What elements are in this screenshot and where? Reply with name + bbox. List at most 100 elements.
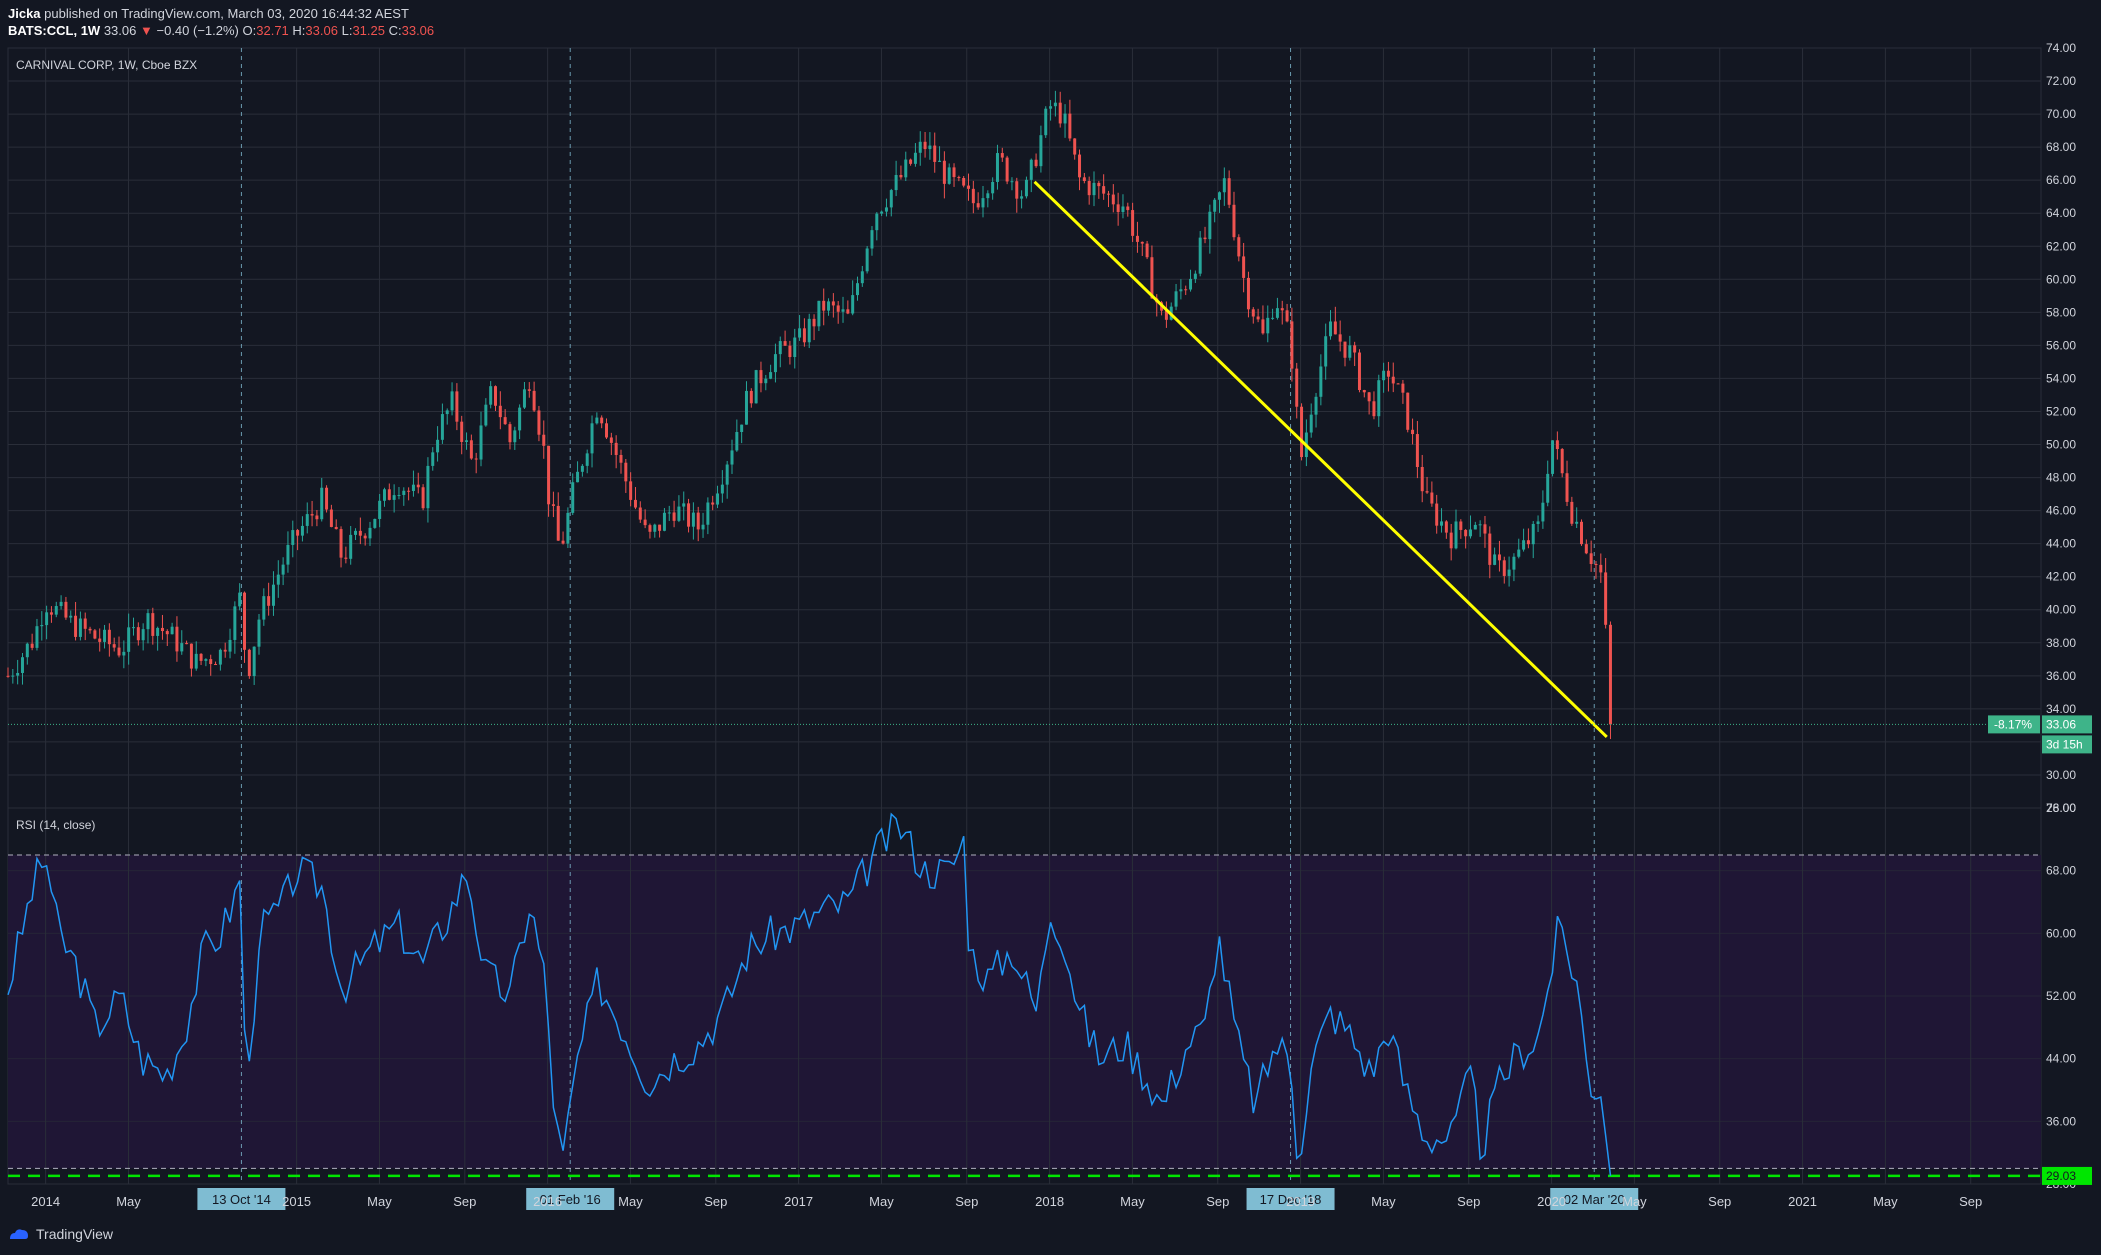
price-tick-label: 46.00 [2046, 504, 2076, 518]
candle-body [706, 502, 710, 525]
candle-body [754, 370, 758, 404]
candle-body [445, 410, 449, 415]
price-tick-label: 50.00 [2046, 438, 2076, 452]
price-pane[interactable] [7, 47, 2042, 809]
rsi-tick-label: 68.00 [2046, 864, 2076, 878]
candle-body [827, 301, 831, 311]
candle-body [247, 649, 251, 677]
price-tick-label: 44.00 [2046, 537, 2076, 551]
candle-body [769, 372, 773, 379]
candle-body [98, 638, 102, 642]
candle-body [35, 626, 39, 648]
candle-body [1135, 235, 1139, 242]
time-tick-label: 2019 [1286, 1194, 1315, 1209]
candle-body [952, 167, 956, 178]
candle-body [1541, 502, 1545, 522]
date-marker-label: 02 Mar '20 [1564, 1192, 1625, 1207]
rsi-axis[interactable]: 28.0036.0044.0052.0060.0068.0076.00 [2046, 801, 2076, 1191]
candle-body [1309, 414, 1313, 433]
candle-body [1502, 560, 1506, 576]
candle-body [1049, 106, 1053, 109]
candle-body [904, 159, 908, 178]
candle-body [783, 341, 787, 346]
candle-body [450, 391, 454, 411]
candle-body [431, 452, 435, 466]
candle-body [1189, 278, 1193, 290]
candle-body [460, 421, 464, 442]
candle-body [1391, 376, 1395, 384]
candle-body [1604, 572, 1608, 625]
candle-body [223, 649, 227, 652]
candle-body [1208, 211, 1212, 240]
price-tick-label: 30.00 [2046, 768, 2076, 782]
time-tick-label: May [618, 1194, 643, 1209]
candle-body [1261, 319, 1265, 334]
candle-body [928, 145, 932, 150]
candle-body [851, 295, 855, 314]
candle-body [199, 653, 203, 661]
candle-body [267, 596, 271, 606]
candle-body [436, 439, 440, 453]
candle-body [1106, 193, 1110, 195]
candle-body [329, 509, 333, 527]
candle-body [1029, 159, 1033, 180]
candle-body [122, 651, 126, 656]
candle-body [402, 490, 406, 495]
candle-body [527, 389, 531, 391]
candle-body [1213, 199, 1217, 212]
candle-body [305, 514, 309, 526]
time-tick-label: 2017 [784, 1194, 813, 1209]
price-tick-label: 66.00 [2046, 173, 2076, 187]
candle-body [1082, 177, 1086, 182]
price-axis[interactable]: 28.0030.0032.0034.0036.0038.0040.0042.00… [2046, 41, 2076, 815]
price-chart[interactable]: 13 Oct '14 01 Feb '16 17 Dec '18 02 Mar '20… [0, 0, 2101, 1255]
candle-body [1353, 345, 1357, 353]
candle-body [233, 606, 237, 640]
candle-body [884, 207, 888, 212]
candle-body [1464, 529, 1468, 537]
candle-body [1034, 159, 1038, 167]
candle-body [875, 213, 879, 231]
candle-body [40, 625, 44, 627]
candle-body [238, 592, 242, 607]
candle-body [117, 647, 121, 656]
candle-body [407, 490, 411, 492]
candle-body [243, 592, 247, 650]
price-tick-label: 62.00 [2046, 239, 2076, 253]
candle-body [725, 464, 729, 485]
candle-body [1227, 178, 1231, 205]
candle-body [1280, 308, 1284, 311]
candle-body [1425, 491, 1429, 493]
price-tick-label: 56.00 [2046, 338, 2076, 352]
candle-body [156, 627, 160, 636]
candle-body [1580, 521, 1583, 545]
price-tick-label: 48.00 [2046, 471, 2076, 485]
candle-body [378, 500, 382, 519]
candle-body [1565, 473, 1569, 502]
candle-body [556, 505, 560, 541]
candle-body [1367, 392, 1371, 402]
candle-body [1140, 241, 1144, 244]
rsi-tick-label: 52.00 [2046, 989, 2076, 1003]
candle-body [1589, 553, 1593, 565]
candle-body [1382, 370, 1386, 381]
time-axis[interactable]: 2014 May 2015 May Sep 2016 May Sep 2017 May Sep 201… [31, 1194, 1982, 1209]
candle-body [1517, 549, 1521, 557]
candle-body [938, 160, 942, 162]
candle-body [185, 643, 189, 645]
candle-body [1522, 540, 1526, 550]
candle-body [609, 437, 613, 443]
candle-body [1362, 390, 1366, 393]
candle-body [1386, 370, 1390, 377]
candle-body [74, 615, 78, 637]
candle-body [411, 484, 415, 491]
tradingview-logo[interactable]: TradingView [8, 1226, 113, 1242]
candle-body [1357, 352, 1361, 391]
candle-body [1000, 153, 1004, 158]
candle-body [54, 606, 58, 615]
candle-body [933, 145, 937, 162]
candle-body [1242, 256, 1246, 278]
candle-body [1473, 524, 1477, 530]
candle-body [484, 404, 488, 426]
brand-label: TradingView [36, 1226, 114, 1242]
